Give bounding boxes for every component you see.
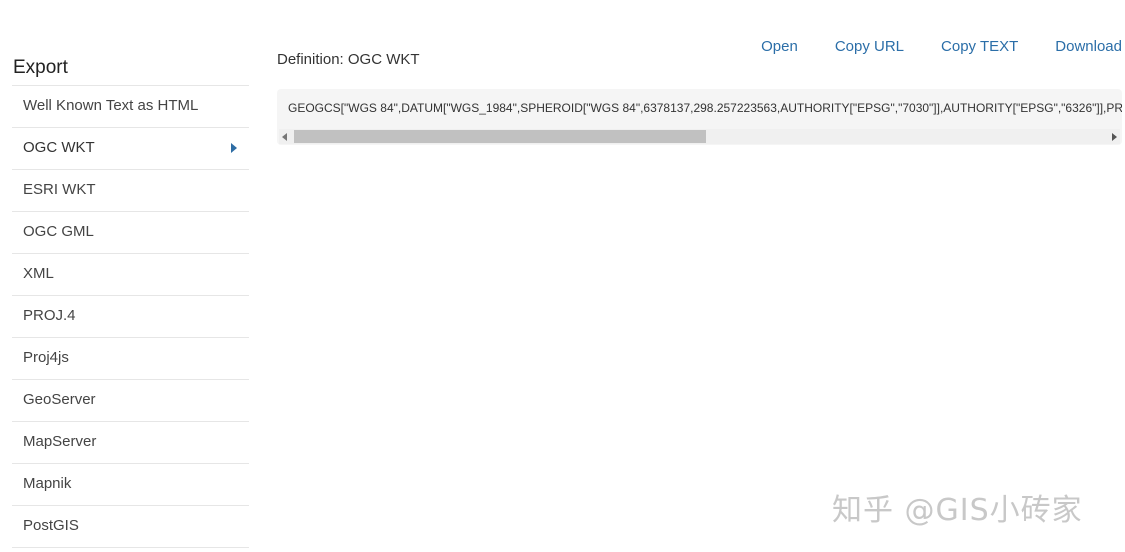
sidebar-item-mapnik[interactable]: Mapnik xyxy=(12,464,249,506)
horizontal-scrollbar[interactable] xyxy=(279,129,1120,144)
sidebar-item-label: ESRI WKT xyxy=(23,181,96,198)
export-format-list: Well Known Text as HTML OGC WKT ESRI WKT… xyxy=(12,86,249,548)
sidebar-item-ogc-gml[interactable]: OGC GML xyxy=(12,212,249,254)
wkt-code-block[interactable]: GEOGCS["WGS 84",DATUM["WGS_1984",SPHEROI… xyxy=(277,89,1122,145)
sidebar-item-label: PostGIS xyxy=(23,517,79,534)
sidebar-item-label: Proj4js xyxy=(23,349,69,366)
sidebar-item-label: PROJ.4 xyxy=(23,307,76,324)
sidebar-item-proj4js[interactable]: Proj4js xyxy=(12,338,249,380)
sidebar-item-label: XML xyxy=(23,265,54,282)
sidebar-item-label: Well Known Text as HTML xyxy=(23,97,199,114)
action-links: Open Copy URL Copy TEXT Download xyxy=(724,38,1122,55)
copy-text-link[interactable]: Copy TEXT xyxy=(941,38,1018,55)
sidebar-item-wkt-html[interactable]: Well Known Text as HTML xyxy=(12,86,249,128)
sidebar-item-proj4[interactable]: PROJ.4 xyxy=(12,296,249,338)
scroll-left-arrow-icon[interactable] xyxy=(282,133,287,141)
definition-label: Definition: OGC WKT xyxy=(277,51,420,68)
watermark: 知乎 @GIS小砖家 xyxy=(832,493,1083,528)
sidebar-item-label: OGC WKT xyxy=(23,139,95,156)
export-sidebar: Export Well Known Text as HTML OGC WKT E… xyxy=(12,55,249,548)
sidebar-item-mapserver[interactable]: MapServer xyxy=(12,422,249,464)
copy-url-link[interactable]: Copy URL xyxy=(835,38,904,55)
sidebar-item-label: Mapnik xyxy=(23,475,72,492)
sidebar-item-label: OGC GML xyxy=(23,223,94,240)
open-link[interactable]: Open xyxy=(761,38,798,55)
wkt-code-text: GEOGCS["WGS 84",DATUM["WGS_1984",SPHEROI… xyxy=(288,101,1122,115)
scroll-right-arrow-icon[interactable] xyxy=(1112,133,1117,141)
sidebar-item-esri-wkt[interactable]: ESRI WKT xyxy=(12,170,249,212)
sidebar-title: Export xyxy=(12,55,249,86)
page: Export Well Known Text as HTML OGC WKT E… xyxy=(0,0,1125,552)
sidebar-item-xml[interactable]: XML xyxy=(12,254,249,296)
sidebar-item-label: GeoServer xyxy=(23,391,96,408)
download-link[interactable]: Download xyxy=(1055,38,1122,55)
scrollbar-thumb[interactable] xyxy=(294,130,706,143)
sidebar-item-label: MapServer xyxy=(23,433,97,450)
sidebar-item-ogc-wkt[interactable]: OGC WKT xyxy=(12,128,249,170)
caret-right-icon xyxy=(231,143,237,153)
sidebar-item-geoserver[interactable]: GeoServer xyxy=(12,380,249,422)
sidebar-item-postgis[interactable]: PostGIS xyxy=(12,506,249,548)
